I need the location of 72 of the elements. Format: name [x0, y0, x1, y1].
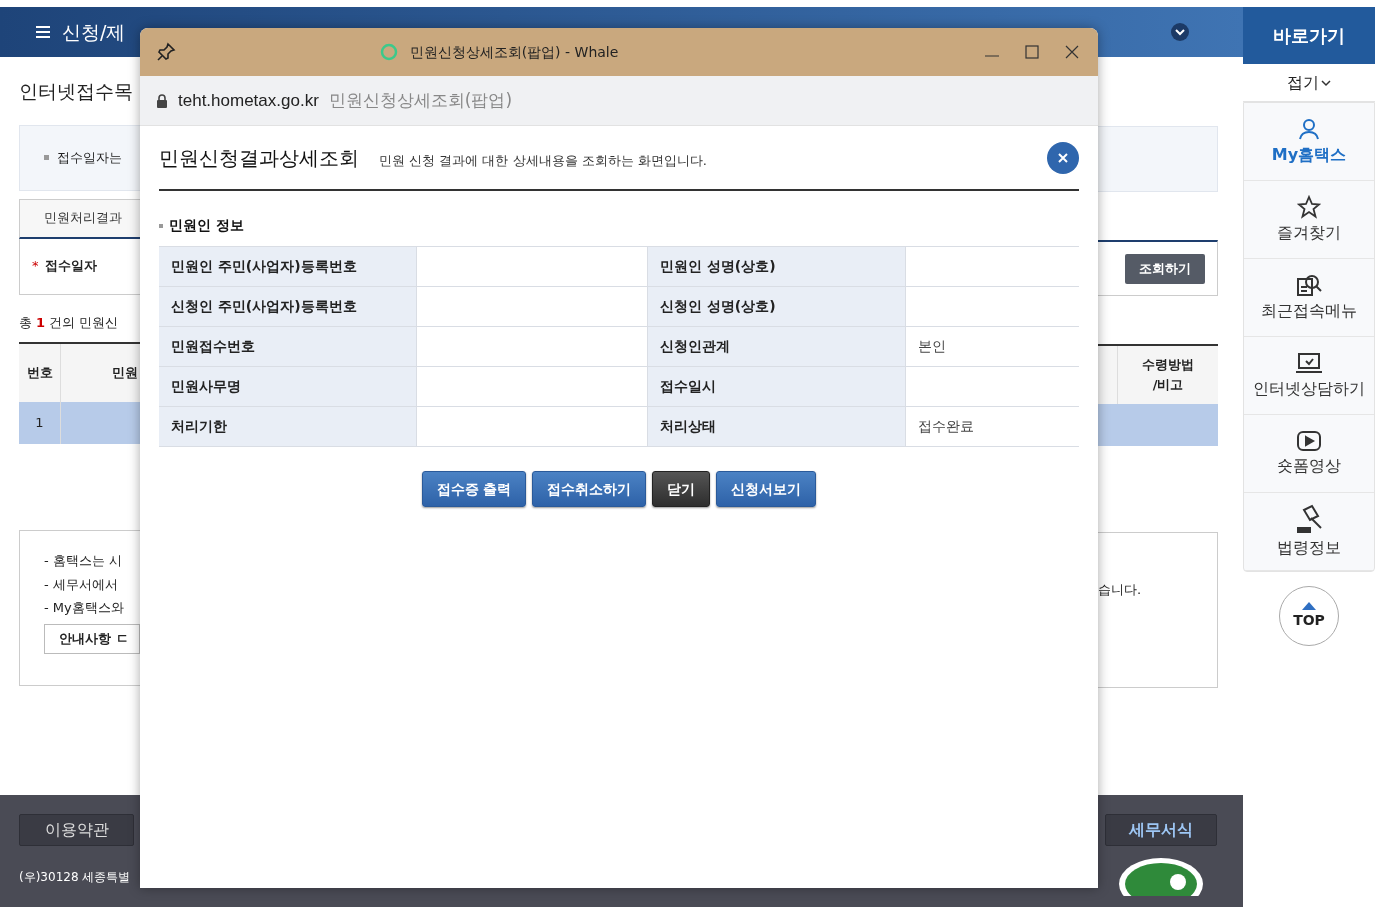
- gavel-icon: [1294, 503, 1324, 534]
- action-button[interactable]: 신청서보기: [716, 471, 817, 507]
- window-title: 민원신청상세조회(팝업) - Whale: [409, 42, 619, 62]
- field-label: 신청인 성명(상호): [648, 287, 906, 326]
- section-title: 민원인 정보: [169, 216, 244, 235]
- quick-menu-item[interactable]: 즐겨찾기: [1244, 181, 1374, 259]
- field-label: 처리기한: [159, 407, 417, 446]
- play-icon: [1296, 429, 1322, 452]
- field-label: 민원접수번호: [159, 327, 417, 366]
- close-icon: [1057, 151, 1069, 164]
- quick-menu-item[interactable]: 인터넷상담하기: [1244, 337, 1374, 415]
- star-icon: [1297, 194, 1321, 219]
- close-button[interactable]: [1047, 141, 1079, 174]
- field-value: 접수완료: [917, 417, 975, 436]
- quick-menu-title: 바로가기: [1273, 24, 1345, 48]
- close-icon[interactable]: [1064, 44, 1080, 60]
- pin-icon[interactable]: [156, 42, 176, 62]
- bullet-icon: [159, 223, 163, 228]
- field-label: 신청인관계: [648, 327, 906, 366]
- menu-title: 신청/제: [62, 19, 126, 45]
- quick-menu-item[interactable]: 숏폼영상: [1244, 415, 1374, 493]
- terms-button[interactable]: 이용약관: [19, 814, 134, 846]
- action-button[interactable]: 접수취소하기: [532, 471, 647, 507]
- laptop-icon: [1295, 350, 1323, 375]
- search-button[interactable]: 조회하기: [1125, 253, 1205, 284]
- bullet-icon: [44, 155, 49, 160]
- quick-menu-item[interactable]: My홈택스: [1244, 103, 1374, 181]
- count-text: 총: [19, 313, 32, 332]
- field-label: 접수일자: [44, 257, 97, 276]
- page-title: 인터넷접수목: [19, 79, 134, 104]
- notice-button[interactable]: 안내사항 ㄷ: [44, 623, 140, 654]
- field-label: 신청인 주민(사업자)등록번호: [159, 287, 417, 326]
- triangle-up-icon: [1302, 601, 1316, 610]
- field-label: 접수일시: [648, 367, 906, 406]
- note-text: - 세무서에서: [44, 575, 119, 594]
- chevron-down-icon: [1321, 78, 1331, 87]
- table-cell: 1: [19, 402, 61, 444]
- field-value: 본인: [917, 337, 947, 356]
- popup-heading: 민원신청결과상세조회: [159, 144, 359, 172]
- required-mark: *: [32, 257, 39, 276]
- maximize-icon[interactable]: [1024, 44, 1040, 60]
- column-header: 수령방법 /비고: [1141, 356, 1195, 394]
- quick-menu-item[interactable]: 법령정보: [1244, 493, 1374, 571]
- note-text: 습니다.: [1098, 582, 1142, 597]
- quick-menu-item[interactable]: 최근접속메뉴: [1244, 259, 1374, 337]
- page-title: 민원신청상세조회(팝업): [328, 88, 513, 112]
- note-text: - My홈택스와: [44, 599, 125, 617]
- url-text: teht.hometax.go.kr: [178, 89, 319, 112]
- action-button[interactable]: 닫기: [652, 471, 711, 507]
- chevron-down-icon[interactable]: [1170, 22, 1190, 42]
- tax-forms-button[interactable]: 세무서식: [1105, 814, 1217, 846]
- count-text: 건의 민원신: [49, 313, 119, 332]
- table-row[interactable]: 1: [19, 402, 140, 444]
- field-label: 민원인 성명(상호): [648, 247, 906, 286]
- result-tab[interactable]: 민원처리결과: [19, 198, 140, 239]
- menu-icon[interactable]: [36, 26, 50, 38]
- lock-icon: [156, 93, 168, 108]
- top-button[interactable]: TOP: [1279, 586, 1339, 646]
- popup-description: 민원 신청 결과에 대한 상세내용을 조회하는 화면입니다.: [379, 151, 707, 170]
- certification-logo-icon: [1118, 856, 1204, 896]
- search-document-icon: [1296, 272, 1322, 297]
- info-text: 접수일자는: [57, 148, 122, 167]
- count-number: 1: [36, 313, 46, 332]
- user-icon: [1297, 116, 1321, 141]
- note-text: - 홈택스는 시: [44, 552, 123, 570]
- field-label: 민원인 주민(사업자)등록번호: [159, 247, 417, 286]
- action-button[interactable]: 접수증 출력: [421, 471, 527, 507]
- loading-ring-icon: [379, 43, 398, 61]
- field-label: 민원사무명: [159, 367, 417, 406]
- column-header: 민원: [111, 364, 139, 383]
- address-text: (우)30128 세종특별: [19, 869, 132, 886]
- field-label: 처리상태: [648, 407, 906, 446]
